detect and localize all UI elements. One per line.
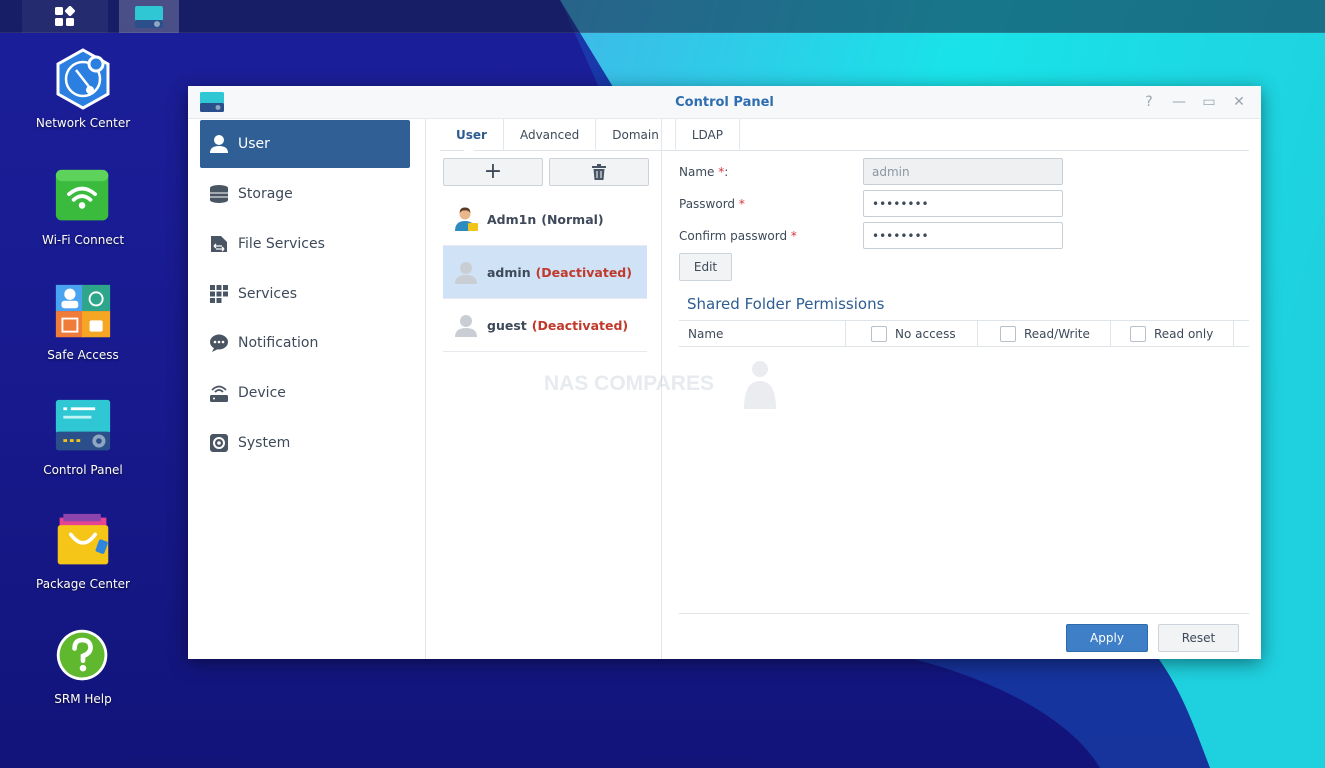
close-icon[interactable]: ✕ — [1231, 94, 1247, 110]
user-avatar-icon — [453, 312, 479, 338]
user-name: guest — [487, 317, 527, 333]
sidebar-item-user[interactable]: User — [200, 120, 410, 168]
maximize-icon[interactable]: ▭ — [1201, 94, 1217, 110]
column-name: Name — [679, 321, 846, 346]
add-user-button[interactable]: + — [443, 158, 543, 186]
notification-icon — [208, 332, 230, 354]
watermark-person-icon — [744, 361, 776, 409]
desktop-icon-network-center[interactable]: Network Center — [18, 48, 148, 131]
taskbar-control-panel[interactable] — [119, 0, 179, 33]
reset-button[interactable]: Reset — [1158, 624, 1239, 652]
user-status: (Normal) — [541, 211, 604, 227]
sidebar-item-storage[interactable]: Storage — [200, 170, 410, 218]
sidebar-item-device[interactable]: Device — [200, 369, 410, 417]
help-icon[interactable]: ? — [1141, 94, 1157, 110]
user-status: (Deactivated) — [535, 264, 632, 280]
sidebar-item-file-services[interactable]: File Services — [200, 220, 410, 268]
user-name: Adm1n — [487, 211, 537, 227]
user-row-guest[interactable]: guest (Deactivated) — [443, 299, 647, 352]
sidebar-item-notification[interactable]: Notification — [200, 319, 410, 367]
sidebar-item-system[interactable]: System — [200, 419, 410, 467]
plus-icon: + — [483, 159, 503, 184]
password-label: Password * — [679, 197, 745, 211]
desktop-icon-control-panel[interactable]: Control Panel — [18, 398, 148, 478]
apply-button[interactable]: Apply — [1066, 624, 1148, 652]
column-no-access: No access — [846, 321, 978, 346]
desktop-icon-label: SRM Help — [54, 692, 112, 706]
user-icon — [208, 133, 230, 155]
grid-icon — [55, 5, 76, 26]
edit-button[interactable]: Edit — [679, 253, 732, 281]
sidebar-item-label: User — [238, 136, 270, 152]
storage-icon — [208, 183, 230, 205]
name-label: Name *: — [679, 165, 729, 179]
window-controls: ? — ▭ ✕ — [1141, 94, 1247, 110]
sidebar-item-label: Storage — [238, 186, 293, 202]
file-services-icon — [208, 233, 230, 255]
no-access-checkbox[interactable] — [871, 325, 887, 342]
system-icon — [208, 432, 230, 454]
main-menu-button[interactable] — [22, 0, 108, 33]
desktop-icon-label: Wi-Fi Connect — [41, 233, 125, 247]
desktop-icon-label: Control Panel — [43, 463, 123, 477]
read-only-checkbox[interactable] — [1130, 325, 1146, 342]
services-icon — [208, 283, 230, 305]
wifi-icon — [55, 169, 109, 221]
tab-ldap[interactable]: LDAP — [676, 118, 740, 151]
tab-bar: User Advanced Domain LDAP — [440, 118, 1249, 152]
control-panel-icon — [135, 5, 163, 28]
sidebar-item-services[interactable]: Services — [200, 270, 410, 318]
help-icon — [56, 629, 108, 681]
trash-icon — [592, 164, 606, 180]
control-panel-window: Control Panel ? — ▭ ✕ User Storage File … — [188, 86, 1261, 659]
user-name: admin — [487, 264, 531, 280]
confirm-password-field[interactable] — [863, 222, 1063, 249]
column-read-write: Read/Write — [978, 321, 1111, 346]
tab-user[interactable]: User — [440, 118, 504, 152]
sidebar-item-label: Notification — [238, 335, 319, 351]
delete-user-button[interactable] — [549, 158, 649, 186]
name-field[interactable] — [863, 158, 1063, 185]
sidebar-item-label: Device — [238, 385, 286, 401]
desktop-icon-wifi-connect[interactable]: Wi-Fi Connect — [18, 168, 148, 248]
desktop-icon-label: Network Center — [35, 116, 131, 130]
user-avatar-icon — [453, 259, 479, 285]
window-titlebar[interactable]: Control Panel ? — ▭ ✕ — [188, 86, 1261, 119]
control-panel-icon — [55, 399, 111, 451]
device-icon — [208, 382, 230, 404]
desktop-icon-label: Package Center — [36, 577, 130, 591]
read-write-checkbox[interactable] — [1000, 325, 1016, 342]
user-row-adm1n[interactable]: Adm1n (Normal) — [443, 193, 647, 246]
minimize-icon[interactable]: — — [1171, 94, 1187, 110]
desktop-icon-label: Safe Access — [47, 348, 119, 362]
tab-domain[interactable]: Domain — [596, 118, 676, 151]
user-avatar-icon — [453, 206, 479, 232]
tab-advanced[interactable]: Advanced — [504, 118, 597, 151]
sidebar-item-label: File Services — [238, 236, 325, 252]
password-field[interactable] — [863, 190, 1063, 217]
desktop-icon-srm-help[interactable]: SRM Help — [18, 627, 148, 707]
package-center-icon — [57, 513, 109, 565]
sidebar-item-label: Services — [238, 286, 298, 302]
taskbar — [0, 0, 1325, 33]
desktop-icon-safe-access[interactable]: Safe Access — [18, 283, 148, 363]
shared-folder-permissions-title: Shared Folder Permissions — [687, 295, 885, 313]
column-read-only: Read only — [1111, 321, 1234, 346]
sidebar-item-label: System — [238, 435, 291, 451]
confirm-password-label: Confirm password * — [679, 229, 797, 243]
user-status: (Deactivated) — [531, 317, 629, 333]
user-row-admin[interactable]: admin (Deactivated) — [443, 246, 647, 299]
sidebar: User Storage File Services Services Noti… — [188, 119, 426, 659]
watermark: NAS COMPARES — [544, 372, 714, 395]
safe-access-icon — [55, 284, 111, 338]
desktop-icon-package-center[interactable]: Package Center — [18, 512, 148, 592]
footer-divider — [679, 613, 1249, 614]
window-title: Control Panel — [675, 95, 774, 110]
permissions-table-header: Name No access Read/Write Read only — [679, 320, 1249, 347]
network-center-icon — [56, 48, 110, 110]
